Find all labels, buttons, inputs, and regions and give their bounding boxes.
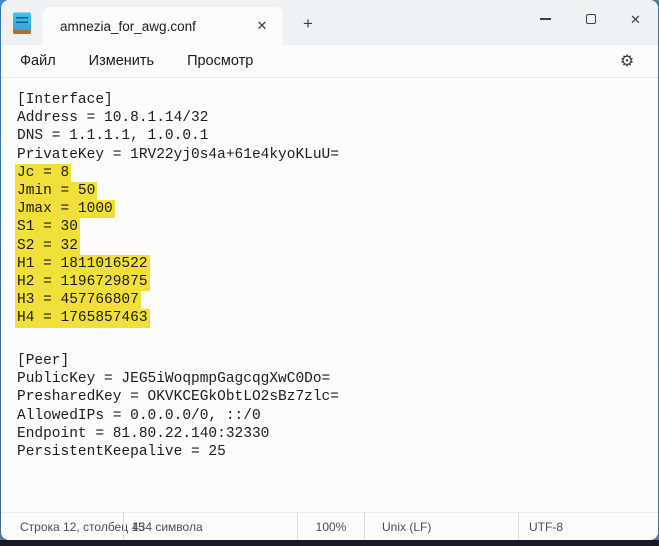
- menu-item[interactable]: Файл: [9, 49, 67, 73]
- status-cursor-position: Строка 12, столбец 15: [1, 513, 123, 540]
- menu-bar: Файл Изменить Просмотр ⚙: [1, 45, 658, 78]
- editor-text-area[interactable]: [Interface] Address = 10.8.1.14/32 DNS =…: [1, 78, 658, 512]
- window-controls: ✕: [523, 0, 658, 45]
- status-encoding: UTF-8: [518, 513, 658, 540]
- editor-line: Jmax = 1000: [17, 200, 650, 218]
- maximize-icon: [586, 14, 596, 24]
- minimize-button[interactable]: [523, 0, 568, 38]
- editor-line: PublicKey = JEG5iWoqpmpGagcqgXwC0Do=: [17, 370, 650, 388]
- close-icon: ✕: [630, 13, 641, 26]
- editor-line: H2 = 1196729875: [17, 273, 650, 291]
- minimize-icon: [540, 18, 551, 19]
- editor-line: DNS = 1.1.1.1, 1.0.0.1: [17, 127, 650, 145]
- editor-line: AllowedIPs = 0.0.0.0/0, ::/0: [17, 407, 650, 425]
- editor-line: Endpoint = 81.80.22.140:32330: [17, 425, 650, 443]
- editor-line: PresharedKey = OKVKCEGkObtLO2sBz7zlc=: [17, 388, 650, 406]
- tab-title: amnezia_for_awg.conf: [60, 19, 245, 34]
- editor-line: [Interface]: [17, 91, 650, 109]
- editor-line: H1 = 1811016522: [17, 255, 650, 273]
- editor-line: PrivateKey = 1RV22yj0s4a+61e4kyoKLuU=: [17, 146, 650, 164]
- editor-line: PersistentKeepalive = 25: [17, 443, 650, 461]
- title-bar[interactable]: amnezia_for_awg.conf ✕ + ✕: [1, 0, 658, 45]
- app-icon-cell: [1, 0, 43, 45]
- editor-line: H4 = 1765857463: [17, 309, 650, 327]
- editor-line: H3 = 457766807: [17, 291, 650, 309]
- maximize-button[interactable]: [568, 0, 613, 38]
- status-bar: Строка 12, столбец 15 434 символа 100% U…: [1, 512, 658, 540]
- status-line-ending: Unix (LF): [364, 513, 518, 540]
- editor-line: S1 = 30: [17, 218, 650, 236]
- settings-gear-icon[interactable]: ⚙: [610, 48, 644, 74]
- tab-close-icon[interactable]: ✕: [249, 13, 275, 39]
- editor-line: Jmin = 50: [17, 182, 650, 200]
- notepad-app-icon: [13, 12, 31, 34]
- menu-item[interactable]: Изменить: [78, 49, 165, 73]
- close-button[interactable]: ✕: [613, 0, 658, 38]
- status-zoom-level[interactable]: 100%: [297, 513, 364, 540]
- titlebar-drag-area[interactable]: [325, 0, 523, 45]
- taskbar-edge: [0, 540, 659, 546]
- new-tab-button[interactable]: +: [291, 9, 325, 39]
- editor-line: S2 = 32: [17, 237, 650, 255]
- editor-line: [17, 328, 650, 352]
- menu-item[interactable]: Просмотр: [176, 49, 264, 73]
- editor-line: Address = 10.8.1.14/32: [17, 109, 650, 127]
- notepad-window: amnezia_for_awg.conf ✕ + ✕ Файл Изменить…: [1, 0, 658, 540]
- status-char-count: 434 символа: [123, 513, 297, 540]
- editor-line: Jc = 8: [17, 164, 650, 182]
- editor-line: [Peer]: [17, 352, 650, 370]
- menu-items: Файл Изменить Просмотр: [9, 49, 275, 73]
- document-tab[interactable]: amnezia_for_awg.conf ✕: [43, 7, 283, 45]
- desktop-background: amnezia_for_awg.conf ✕ + ✕ Файл Изменить…: [0, 0, 659, 546]
